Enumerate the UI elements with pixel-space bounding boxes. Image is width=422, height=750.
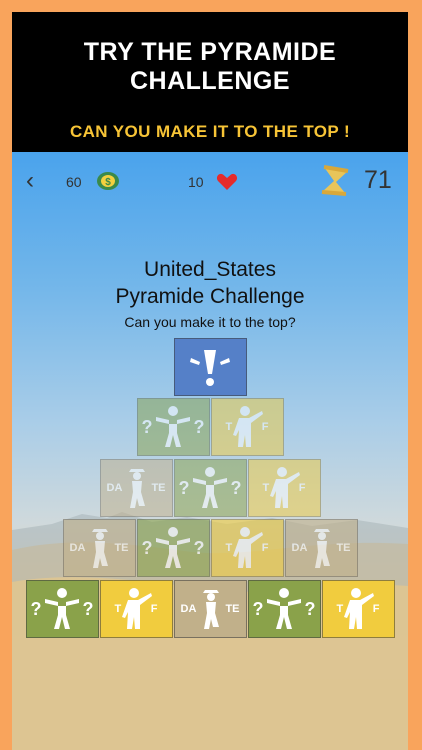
question-mark-label: ? [82, 599, 94, 619]
challenge-name: Pyramide Challenge [115, 285, 305, 308]
challenge-prompt: Can you make it to the top? [124, 314, 296, 330]
true-label: T [262, 482, 270, 494]
true-label: T [225, 421, 233, 433]
true-label: T [225, 542, 233, 554]
coins-count: 60 [66, 174, 82, 190]
promo-title-line2: CHALLENGE [129, 67, 291, 95]
question-mark-label: ? [30, 599, 42, 619]
pyramid-question-block[interactable]: ?? [136, 519, 210, 577]
true-label: T [336, 603, 344, 615]
question-mark-label: ? [252, 599, 264, 619]
date-label-left: DA [69, 542, 86, 554]
false-label: F [261, 542, 269, 554]
question-mark-label: ? [193, 417, 205, 437]
pyramid-question-block[interactable]: ?? [173, 459, 247, 517]
promo-banner: TRY THE PYRAMIDE CHALLENGE CAN YOU MAKE … [12, 12, 408, 152]
svg-text:$: $ [105, 177, 111, 188]
date-label-left: DA [180, 603, 197, 615]
pyramid-question-block[interactable]: ?? [136, 398, 210, 456]
pyramid-truefalse-block[interactable]: TF [99, 580, 173, 638]
coin-icon: $ [97, 172, 119, 190]
promo-title: TRY THE PYRAMIDE CHALLENGE [12, 38, 408, 96]
heart-icon [216, 173, 238, 190]
pyramid-truefalse-block[interactable]: TF [210, 519, 284, 577]
true-label: T [114, 603, 122, 615]
pyramid-top-block[interactable] [173, 338, 247, 396]
false-label: F [150, 603, 158, 615]
pyramid-date-block[interactable]: DA TE [99, 459, 173, 517]
pyramid-truefalse-block[interactable]: TF [210, 398, 284, 456]
false-label: F [298, 482, 306, 494]
question-mark-label: ? [178, 478, 190, 498]
question-mark-label: ? [141, 538, 153, 558]
back-button[interactable]: ‹ [26, 169, 50, 194]
promo-subtitle: CAN YOU MAKE IT TO THE TOP ! [69, 122, 351, 141]
pyramid-truefalse-block[interactable]: TF [247, 459, 321, 517]
challenge-country: United_States [144, 258, 276, 281]
question-mark-label: ? [141, 417, 153, 437]
pyramid-date-block[interactable]: DA TE [173, 580, 247, 638]
top-bar: ‹ 60 $ 10 71 [12, 152, 408, 212]
date-label-left: DA [106, 482, 123, 494]
false-label: F [372, 603, 380, 615]
hourglass-icon [321, 165, 349, 196]
game-screen: ‹ 60 $ 10 71 United_States Pyramide Chal… [12, 152, 408, 750]
promo-title-line1: TRY THE PYRAMIDE [83, 38, 337, 66]
false-label: F [261, 421, 269, 433]
question-mark-label: ? [193, 538, 205, 558]
pyramid-question-block[interactable]: ?? [25, 580, 99, 638]
timer-count: 71 [364, 166, 392, 194]
date-label-right: TE [151, 482, 166, 494]
date-label-right: TE [114, 542, 129, 554]
question-mark-label: ? [304, 599, 316, 619]
date-label-right: TE [225, 603, 240, 615]
date-label-left: DA [291, 542, 308, 554]
pyramid-question-block[interactable]: ?? [247, 580, 321, 638]
question-mark-label: ? [230, 478, 242, 498]
pyramid-date-block[interactable]: DA TE [284, 519, 358, 577]
pyramid-date-block[interactable]: DA TE [62, 519, 136, 577]
pyramid-truefalse-block[interactable]: TF [321, 580, 395, 638]
date-label-right: TE [336, 542, 351, 554]
lives-count: 10 [188, 174, 204, 190]
